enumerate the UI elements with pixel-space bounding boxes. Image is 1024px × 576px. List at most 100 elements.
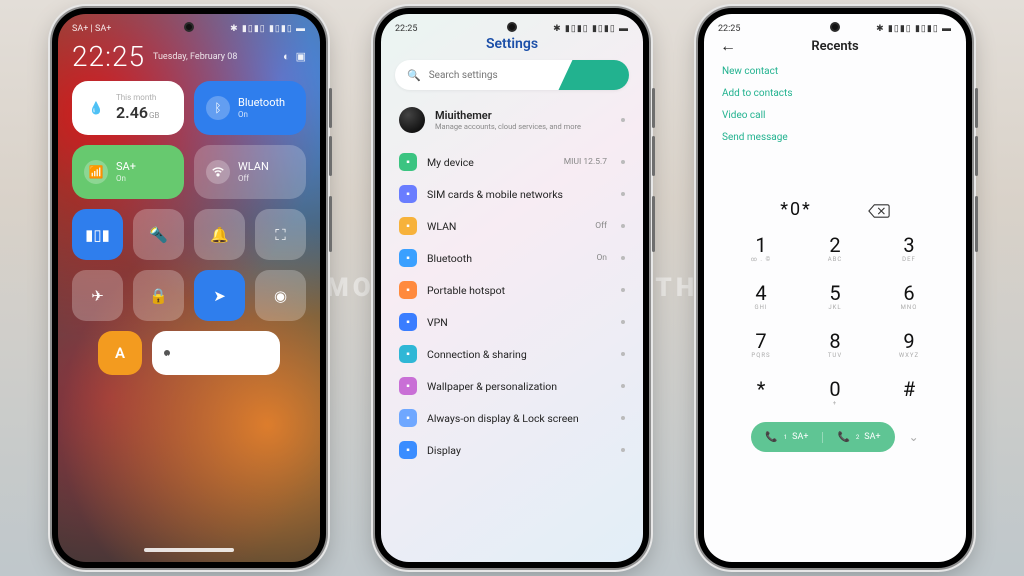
data-usage-label: This month [116, 93, 159, 103]
phone-mockup-control-center: SA+ | SA+ ✱ ▮▯▮▯ ▮▯▮▯ ▬ 22:25 Tuesday, F… [52, 8, 326, 568]
key-number: 1 [755, 235, 766, 255]
keypad-key[interactable]: 6MNO [872, 274, 946, 320]
wlan-label: WLAN [238, 160, 269, 174]
key-letters: TUV [828, 352, 842, 359]
settings-shortcut-icon[interactable]: ▣ [296, 50, 306, 63]
dialer-action[interactable]: Send message [722, 132, 948, 143]
keypad-key[interactable]: 5JKL [798, 274, 872, 320]
chevron-icon [621, 352, 625, 356]
chevron-icon [621, 320, 625, 324]
chevron-down-icon[interactable]: ⌄ [909, 430, 919, 444]
airplane-icon: ✈ [91, 287, 104, 305]
dialed-number: *0* [780, 199, 812, 220]
settings-row[interactable]: ▪My deviceMIUI 12.5.7 [389, 146, 635, 178]
settings-row[interactable]: ▪Portable hotspot [389, 274, 635, 306]
sim2-label: SA+ [864, 432, 880, 442]
key-number: * [757, 379, 766, 399]
settings-list: Miuithemer Manage accounts, cloud servic… [381, 100, 643, 466]
keypad-key[interactable]: 8TUV [798, 322, 872, 368]
flashlight-toggle[interactable]: 🔦 [133, 209, 184, 260]
keypad-key[interactable]: 7PQRS [724, 322, 798, 368]
brightness-slider[interactable]: ☀ [152, 331, 280, 375]
call-sim1[interactable]: 📞1 SA+ [751, 432, 823, 443]
keypad-key[interactable]: 0+ [798, 370, 872, 416]
mobile-data-state: On [116, 174, 136, 184]
row-label: My device [427, 156, 554, 169]
keypad-key[interactable]: 1∞ . © [724, 226, 798, 272]
keypad-key[interactable]: # [872, 370, 946, 416]
vibrate-toggle[interactable]: ▮▯▮ [72, 209, 123, 260]
alarm-icon[interactable]: ◐ [283, 50, 290, 63]
key-number: 0 [829, 379, 840, 399]
auto-brightness-toggle[interactable]: A [98, 331, 142, 375]
call-button[interactable]: 📞1 SA+ 📞2 SA+ [751, 422, 894, 452]
bluetooth-label: Bluetooth [238, 96, 285, 110]
dialer-action[interactable]: Video call [722, 110, 948, 121]
dialer-action[interactable]: Add to contacts [722, 88, 948, 99]
screenshot-toggle[interactable]: ⛶ [255, 209, 306, 260]
dark-toggle[interactable]: ◉ [255, 270, 306, 321]
row-label: Wallpaper & personalization [427, 380, 611, 393]
airplane-toggle[interactable]: ✈ [72, 270, 123, 321]
key-letters: PQRS [751, 352, 770, 359]
backspace-icon [868, 204, 890, 218]
key-number: 5 [829, 283, 840, 303]
row-label: Portable hotspot [427, 284, 611, 297]
backspace-button[interactable] [868, 203, 890, 217]
settings-row[interactable]: ▪SIM cards & mobile networks [389, 178, 635, 210]
front-camera [830, 22, 840, 32]
settings-row[interactable]: ▪WLANOff [389, 210, 635, 242]
row-label: WLAN [427, 220, 585, 233]
row-value: On [596, 253, 607, 263]
call-sim2[interactable]: 📞2 SA+ [823, 432, 894, 443]
clock: 22:25 [718, 24, 740, 34]
search-accent [555, 60, 629, 90]
eye-icon: ◉ [274, 287, 287, 305]
chevron-icon [621, 288, 625, 292]
settings-row[interactable]: ▪Connection & sharing [389, 338, 635, 370]
mobile-data-tile[interactable]: 📶 SA+ On [72, 145, 184, 199]
carrier-label: SA+ | SA+ [72, 24, 111, 34]
search-icon: 🔍 [407, 69, 421, 82]
home-indicator[interactable] [144, 548, 234, 552]
mobile-data-label: SA+ [116, 160, 136, 174]
avatar [399, 107, 425, 133]
data-usage-tile[interactable]: 💧 This month 2.46GB [72, 81, 184, 135]
page-title: Settings [381, 34, 643, 60]
wlan-state: Off [238, 174, 269, 184]
keypad-key[interactable]: 4GHI [724, 274, 798, 320]
row-value: Off [595, 221, 607, 231]
page-title: Recents [720, 39, 950, 54]
data-usage-value: 2.46 [116, 103, 148, 122]
keypad-key[interactable]: 9WXYZ [872, 322, 946, 368]
key-number: 2 [829, 235, 840, 255]
row-label: VPN [427, 316, 611, 329]
account-row[interactable]: Miuithemer Manage accounts, cloud servic… [389, 100, 635, 140]
signal-icon: 📶 [84, 160, 108, 184]
settings-row[interactable]: ▪BluetoothOn [389, 242, 635, 274]
key-number: 3 [903, 235, 914, 255]
keypad-key[interactable]: 2ABC [798, 226, 872, 272]
keypad-key[interactable]: 3DEF [872, 226, 946, 272]
account-name: Miuithemer [435, 109, 611, 122]
row-icon: ▪ [399, 345, 417, 363]
dnd-toggle[interactable]: 🔔 [194, 209, 245, 260]
key-letters: GHI [755, 304, 768, 311]
keypad-key[interactable]: * [724, 370, 798, 416]
chevron-icon [621, 256, 625, 260]
settings-row[interactable]: ▪VPN [389, 306, 635, 338]
location-toggle[interactable]: ➤ [194, 270, 245, 321]
key-letters: DEF [902, 256, 916, 263]
dialer-action[interactable]: New contact [722, 66, 948, 77]
bluetooth-tile[interactable]: ᛒ Bluetooth On [194, 81, 306, 135]
settings-row[interactable]: ▪Display [389, 434, 635, 466]
wlan-tile[interactable]: WLAN Off [194, 145, 306, 199]
search-input[interactable]: 🔍 [395, 60, 629, 90]
chevron-icon [621, 224, 625, 228]
settings-row[interactable]: ▪Always-on display & Lock screen [389, 402, 635, 434]
lock-toggle[interactable]: 🔒 [133, 270, 184, 321]
row-icon: ▪ [399, 377, 417, 395]
status-icons: ✱ ▮▯▮▯ ▮▯▮▯ ▬ [230, 23, 306, 34]
settings-row[interactable]: ▪ Wallpaper & personalization [389, 370, 635, 402]
bell-icon: 🔔 [210, 226, 229, 244]
